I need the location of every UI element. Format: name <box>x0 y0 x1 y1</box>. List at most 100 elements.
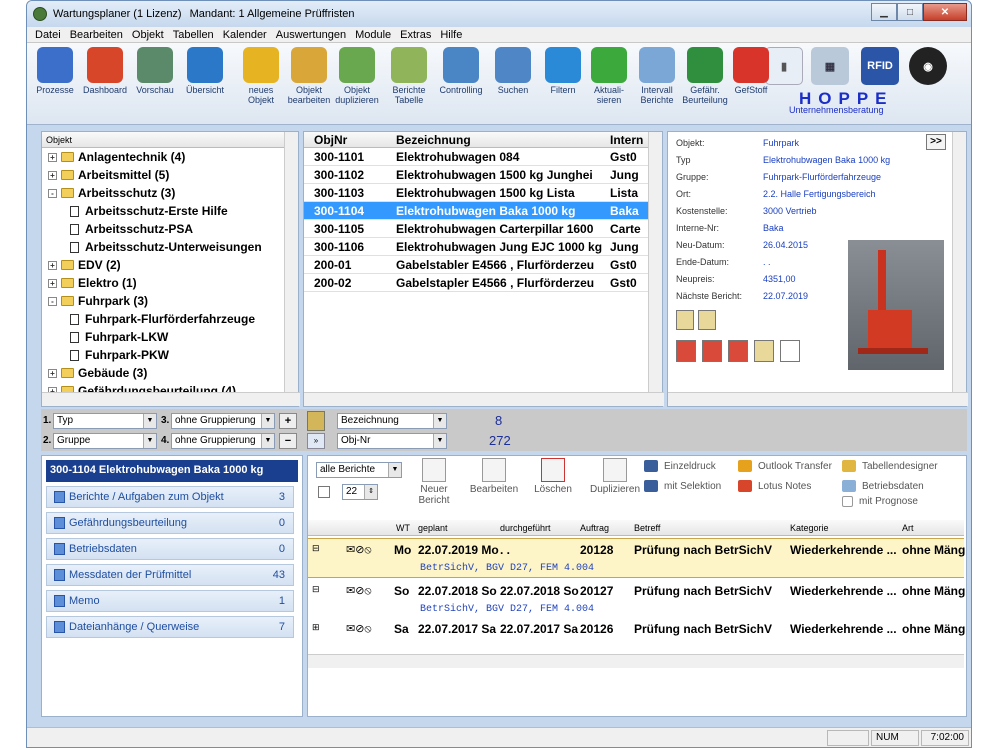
tree-item[interactable]: Fuhrpark-LKW <box>46 328 282 346</box>
lotus-notes-button[interactable]: Lotus Notes <box>738 480 811 492</box>
report-row[interactable]: ⊟ ✉⊘⦸ So 22.07.2018 So 22.07.2018 So 20127 Prü… <box>308 580 965 620</box>
table-row[interactable]: 300-1106 Elektrohubwagen Jung EJC 1000 kg… <box>304 238 662 256</box>
edit-report-button[interactable]: Bearbeiten <box>464 458 524 495</box>
toolbar-button-4[interactable]: neues Objekt <box>237 47 285 105</box>
filter3-select[interactable]: ohne Gruppierung ▼ <box>171 413 275 429</box>
document-icon[interactable] <box>754 340 774 362</box>
operating-data-button[interactable]: Betriebsdaten <box>842 480 924 492</box>
tree-hscrollbar[interactable] <box>42 392 300 406</box>
expand-icon[interactable]: + <box>48 152 57 162</box>
tree-item[interactable]: Fuhrpark-Flurförderfahrzeuge <box>46 310 282 328</box>
filter1-select[interactable]: Typ ▼ <box>53 413 157 429</box>
col-bezeichnung[interactable]: Bezeichnung <box>392 133 610 147</box>
camera-icon[interactable]: ◉ <box>909 47 947 85</box>
menu-datei[interactable]: Datei <box>35 29 61 41</box>
expand-icon[interactable]: + <box>48 260 57 270</box>
sort1-select[interactable]: Bezeichnung ▼ <box>337 413 447 429</box>
tree-item[interactable]: Fuhrpark-PKW <box>46 346 282 364</box>
pdf-icon[interactable] <box>676 340 696 362</box>
tree-item[interactable]: + Gebäude (3) <box>46 364 282 382</box>
col-objnr[interactable]: ObjNr <box>304 133 392 147</box>
col-durchgefuehrt[interactable]: durchgeführt <box>500 523 551 533</box>
toolbar-button-10[interactable]: Filtern <box>539 47 587 95</box>
toolbar-button-6[interactable]: Objekt duplizieren <box>333 47 381 105</box>
toolbar-button-7[interactable]: Berichte Tabelle <box>385 47 433 105</box>
expand-icon[interactable]: + <box>48 170 57 180</box>
menu-module[interactable]: Module <box>355 29 391 41</box>
scanner-icon[interactable]: ▦ <box>811 47 849 85</box>
outlook-transfer-button[interactable]: Outlook Transfer <box>738 460 832 472</box>
rfid-icon[interactable]: RFID <box>861 47 899 85</box>
table-designer-button[interactable]: Tabellendesigner <box>842 460 938 472</box>
new-report-button[interactable]: Neuer Bericht <box>414 458 454 506</box>
detail-next-button[interactable]: >> <box>926 134 946 150</box>
pdf-icon[interactable] <box>702 340 722 362</box>
report-row[interactable]: ⊟ ✉⊘⦸ Mo 22.07.2019 Mo . . 20128 Prüfung nach… <box>308 538 965 578</box>
maximize-button[interactable]: □ <box>897 3 923 21</box>
toolbar-button-12[interactable]: Intervall Berichte <box>633 47 681 105</box>
toolbar-button-14[interactable]: GefStoff <box>727 47 775 95</box>
toolbar-button-8[interactable]: Controlling <box>437 47 485 95</box>
toolbar-button-13[interactable]: Gefähr. Beurteilung <box>681 47 729 105</box>
tree-item[interactable]: Arbeitsschutz-Erste Hilfe <box>46 202 282 220</box>
collapse-icon[interactable]: ⊟ <box>312 543 320 554</box>
tree-scrollbar[interactable] <box>284 132 298 392</box>
tree-item[interactable]: + Elektro (1) <box>46 274 282 292</box>
col-wt[interactable]: WT <box>396 523 410 533</box>
toolbar-button-0[interactable]: Prozesse <box>31 47 79 95</box>
toolbar-button-1[interactable]: Dashboard <box>81 47 129 95</box>
sidebar-item[interactable]: Memo 1 <box>46 590 294 612</box>
single-print-button[interactable]: Einzeldruck <box>644 460 716 472</box>
sidebar-item[interactable]: Gefährdungsbeurteilung 0 <box>46 512 294 534</box>
table-row[interactable]: 300-1105 Elektrohubwagen Carterpillar 160… <box>304 220 662 238</box>
sidebar-item[interactable]: Messdaten der Prüfmittel 43 <box>46 564 294 586</box>
minimize-button[interactable]: ▁ <box>871 3 897 21</box>
table-row[interactable]: 300-1103 Elektrohubwagen 1500 kg Lista Lis… <box>304 184 662 202</box>
table-row[interactable]: 200-01 Gabelstabler E4566 , Flurförderzeu… <box>304 256 662 274</box>
remove-group-button[interactable]: − <box>279 433 297 449</box>
menu-auswertungen[interactable]: Auswertungen <box>276 29 346 41</box>
days-stepper[interactable]: 22 ⇕ <box>342 484 378 500</box>
tree-item[interactable]: Arbeitsschutz-Unterweisungen <box>46 238 282 256</box>
table-row[interactable]: 300-1104 Elektrohubwagen Baka 1000 kg Baka <box>304 202 662 220</box>
sort-icon[interactable] <box>307 411 325 431</box>
collapse-icon[interactable]: - <box>48 296 57 306</box>
menu-kalender[interactable]: Kalender <box>223 29 267 41</box>
delete-report-button[interactable]: Löschen <box>528 458 578 495</box>
menu-objekt[interactable]: Objekt <box>132 29 164 41</box>
document-edit-icon[interactable] <box>780 340 800 362</box>
menu-tabellen[interactable]: Tabellen <box>173 29 214 41</box>
grid-hscrollbar[interactable] <box>304 392 664 406</box>
tree-item[interactable]: - Arbeitsschutz (3) <box>46 184 282 202</box>
tree-item[interactable]: + Anlagentechnik (4) <box>46 148 282 166</box>
table-row[interactable]: 200-02 Gabelstapler E4566 , Flurförderzeu… <box>304 274 662 292</box>
filter4-select[interactable]: ohne Gruppierung ▼ <box>171 433 275 449</box>
expand-icon[interactable]: + <box>48 368 57 378</box>
sort2-select[interactable]: Obj-Nr ▼ <box>337 433 447 449</box>
table-row[interactable]: 300-1101 Elektrohubwagen 084 Gst0 <box>304 148 662 166</box>
tree-item[interactable]: + Gefährdungsbeurteilung (4) <box>46 382 282 392</box>
menu-hilfe[interactable]: Hilfe <box>440 29 462 41</box>
pdf-icon[interactable] <box>728 340 748 362</box>
sidebar-item[interactable]: Dateianhänge / Querweise 7 <box>46 616 294 638</box>
toolbar-button-2[interactable]: Vorschau <box>131 47 179 95</box>
toolbar-button-11[interactable]: Aktuali- sieren <box>585 47 633 105</box>
col-kategorie[interactable]: Kategorie <box>790 523 829 533</box>
collapse-icon[interactable]: ⊟ <box>312 584 320 595</box>
col-art[interactable]: Art <box>902 523 914 533</box>
tree-item[interactable]: - Fuhrpark (3) <box>46 292 282 310</box>
reports-hscrollbar[interactable] <box>308 654 964 668</box>
sidebar-item[interactable]: Betriebsdaten 0 <box>46 538 294 560</box>
tree-item[interactable]: + EDV (2) <box>46 256 282 274</box>
detail-scrollbar[interactable] <box>952 132 966 392</box>
col-auftrag[interactable]: Auftrag <box>580 523 609 533</box>
report-row[interactable]: ⊞ ✉⊘⦸ Sa 22.07.2017 Sa 22.07.2017 Sa 20126 Prü… <box>308 618 965 638</box>
attachment-icon[interactable] <box>676 310 694 330</box>
forecast-checkbox[interactable]: mit Prognose <box>842 496 918 507</box>
toolbar-button-9[interactable]: Suchen <box>489 47 537 95</box>
report-filter-select[interactable]: alle Berichte ▼ <box>316 462 402 478</box>
filter2-select[interactable]: Gruppe ▼ <box>53 433 157 449</box>
duplicate-report-button[interactable]: Duplizieren <box>584 458 646 495</box>
expand-icon[interactable]: ⊞ <box>312 622 320 633</box>
attachment-icon[interactable] <box>698 310 716 330</box>
